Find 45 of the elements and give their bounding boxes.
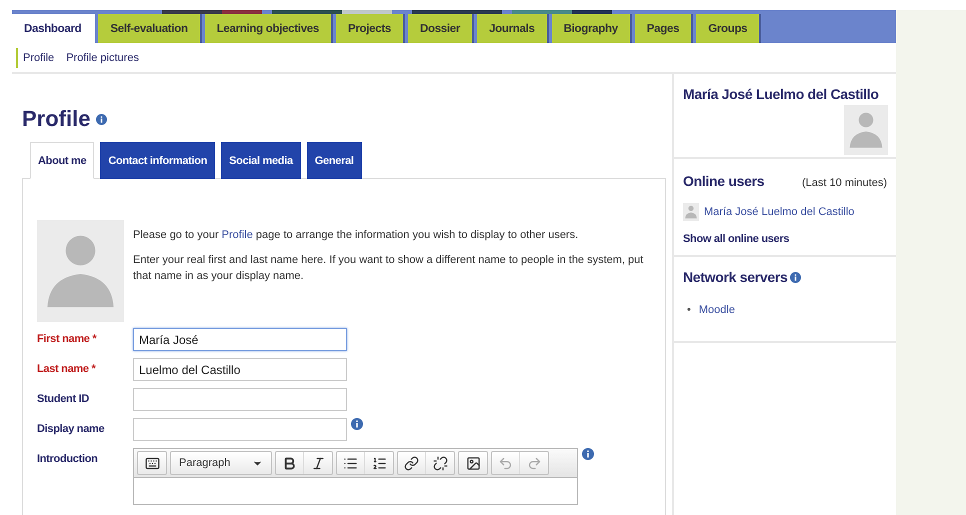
nav-tab[interactable]: Self-evaluation [98, 14, 202, 43]
format-select[interactable]: Paragraph [171, 452, 271, 474]
show-all-link[interactable]: Show all online users [683, 233, 887, 245]
nav-tab[interactable]: Dashboard [12, 14, 96, 43]
profile-name: María José Luelmo del Castillo [683, 86, 880, 102]
nav-tab[interactable]: Learning objectives [204, 14, 333, 43]
nav-tab[interactable]: Biography [552, 14, 632, 43]
hint-text: Enter your real first and last name here. If you want to show a different name to people in the system, put that name in as your display name. [133, 253, 644, 284]
field-label: Display name [37, 422, 106, 435]
nav-tab[interactable]: Groups [696, 14, 762, 43]
network-servers-heading: Network servers [683, 269, 788, 285]
nav-tab[interactable]: Projects [336, 14, 405, 43]
online-users-heading: Online users [683, 173, 764, 189]
text-field[interactable]: Luelmo del Castillo [133, 358, 347, 381]
rich-text-editor[interactable]: Paragraph [133, 448, 578, 505]
info-icon [351, 418, 363, 430]
form-tab[interactable]: Contact information [100, 142, 216, 179]
text-field[interactable]: María José [133, 328, 347, 351]
server-link[interactable]: Moodle [698, 303, 735, 317]
info-icon [96, 114, 108, 124]
online-user-link[interactable]: María José Luelmo del Castillo [704, 206, 854, 218]
avatar-icon [683, 203, 699, 221]
info-icon [582, 448, 594, 460]
info-icon [790, 272, 802, 282]
form-tab[interactable]: General [306, 142, 362, 179]
form-tab[interactable]: Social media [221, 142, 301, 179]
field-label: Last name * [37, 362, 97, 375]
page-title: Profile [22, 106, 90, 132]
nav-tab[interactable]: Pages [634, 14, 694, 43]
text-field[interactable] [133, 388, 347, 411]
subnav-link[interactable]: Profile pictures [66, 48, 139, 68]
form-tab[interactable]: About me [30, 142, 94, 179]
subnav-link[interactable]: Profile [16, 48, 54, 68]
text-field[interactable] [133, 418, 347, 441]
avatar-icon [37, 220, 124, 322]
nav-tab[interactable]: Journals [477, 14, 549, 43]
avatar-icon [844, 105, 888, 155]
field-label: Introduction [37, 452, 99, 465]
field-label: Student ID [37, 392, 90, 405]
field-label: First name * [37, 332, 98, 345]
bullet-mark: • [687, 303, 691, 317]
profile-link[interactable]: Profile [222, 229, 253, 241]
intro-text: Please go to your Profile page to arrange the information you wish to display to other users. [133, 228, 580, 243]
nav-tab[interactable]: Dossier [408, 14, 474, 43]
period-label: (Last 10 minutes) [802, 177, 887, 189]
